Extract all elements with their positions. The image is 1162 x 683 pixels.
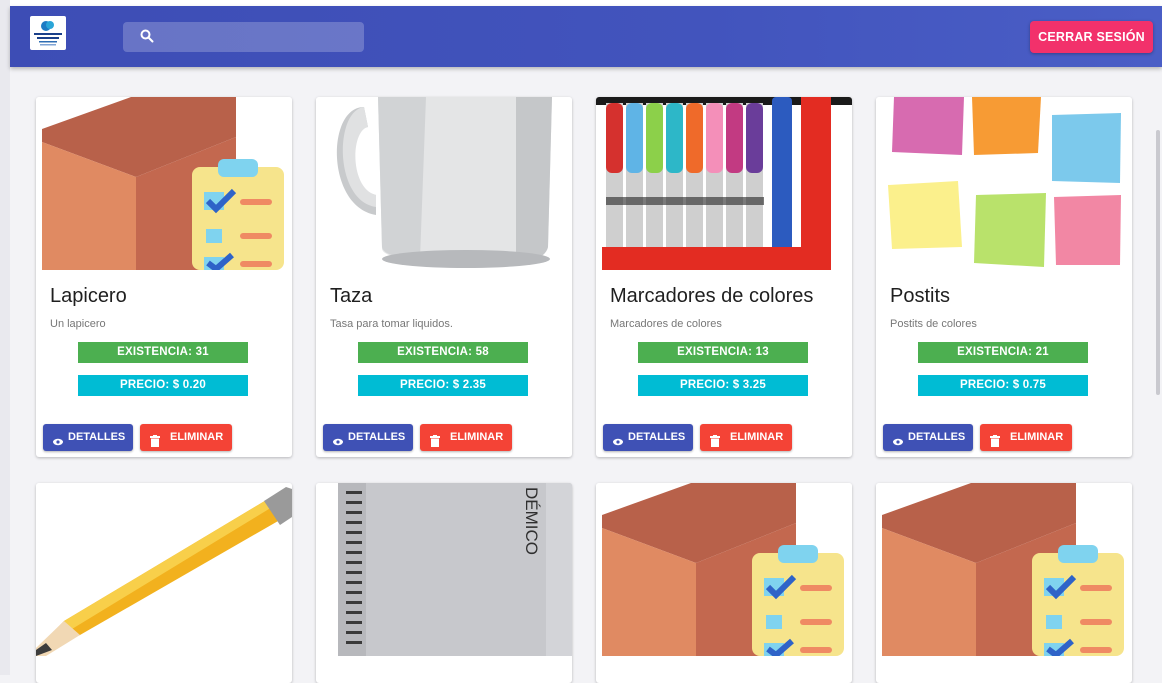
trash-icon bbox=[710, 431, 720, 457]
details-button[interactable]: DETALLES bbox=[323, 424, 413, 451]
product-image bbox=[876, 97, 1132, 270]
stock-chip: EXISTENCIA: 58 bbox=[358, 342, 528, 363]
product-description: Marcadores de colores bbox=[610, 318, 722, 330]
details-label: DETALLES bbox=[68, 431, 126, 443]
delete-label: ELIMINAR bbox=[730, 431, 784, 443]
product-image bbox=[36, 483, 292, 656]
product-card bbox=[36, 483, 292, 683]
window-left-edge bbox=[0, 0, 10, 675]
stock-chip: EXISTENCIA: 31 bbox=[78, 342, 248, 363]
product-description: Un lapicero bbox=[50, 318, 106, 330]
logout-button[interactable]: CERRAR SESIÓN bbox=[1030, 21, 1153, 53]
product-description: Tasa para tomar liquidos. bbox=[330, 318, 453, 330]
product-title: Postits bbox=[890, 285, 951, 307]
trash-icon bbox=[990, 431, 1000, 457]
product-title: Lapicero bbox=[50, 285, 127, 307]
details-label: DETALLES bbox=[628, 431, 686, 443]
search-icon bbox=[139, 28, 155, 44]
details-button[interactable]: DETALLES bbox=[603, 424, 693, 451]
details-button[interactable]: DETALLES bbox=[43, 424, 133, 451]
product-card: Postits Postits de colores EXISTENCIA: 21 P… bbox=[876, 97, 1132, 457]
product-description: Postits de colores bbox=[890, 318, 977, 330]
details-button[interactable]: DETALLES bbox=[883, 424, 973, 451]
details-label: DETALLES bbox=[908, 431, 966, 443]
app-bar: CERRAR SESIÓN bbox=[10, 6, 1162, 67]
product-image bbox=[596, 483, 852, 656]
search-box[interactable] bbox=[123, 22, 364, 54]
stock-chip: EXISTENCIA: 21 bbox=[918, 342, 1088, 363]
company-logo[interactable] bbox=[30, 16, 66, 50]
delete-button[interactable]: ELIMINAR bbox=[420, 424, 512, 451]
product-image: DÉMICO bbox=[316, 483, 572, 656]
details-label: DETALLES bbox=[348, 431, 406, 443]
eye-icon bbox=[53, 431, 63, 457]
delete-label: ELIMINAR bbox=[170, 431, 224, 443]
delete-button[interactable]: ELIMINAR bbox=[140, 424, 232, 451]
eye-icon bbox=[893, 431, 903, 457]
search-input[interactable] bbox=[163, 22, 362, 54]
scrollbar-thumb[interactable] bbox=[1156, 130, 1160, 395]
price-chip: PRECIO: $ 0.20 bbox=[78, 375, 248, 396]
notebook-brand-text: DÉMICO bbox=[522, 487, 541, 555]
product-card: Lapicero Un lapicero EXISTENCIA: 31 PRECIO:… bbox=[36, 97, 292, 457]
trash-icon bbox=[430, 431, 440, 457]
product-card: DÉMICO bbox=[316, 483, 572, 683]
stock-chip: EXISTENCIA: 13 bbox=[638, 342, 808, 363]
price-chip: PRECIO: $ 2.35 bbox=[358, 375, 528, 396]
product-image bbox=[876, 483, 1132, 656]
delete-button[interactable]: ELIMINAR bbox=[980, 424, 1072, 451]
eye-icon bbox=[613, 431, 623, 457]
price-chip: PRECIO: $ 0.75 bbox=[918, 375, 1088, 396]
product-image bbox=[316, 97, 572, 270]
price-chip: PRECIO: $ 3.25 bbox=[638, 375, 808, 396]
product-card bbox=[876, 483, 1132, 683]
product-image bbox=[596, 97, 852, 270]
delete-label: ELIMINAR bbox=[450, 431, 504, 443]
eye-icon bbox=[333, 431, 343, 457]
trash-icon bbox=[150, 431, 160, 457]
delete-label: ELIMINAR bbox=[1010, 431, 1064, 443]
product-card: Marcadores de colores Marcadores de color… bbox=[596, 97, 852, 457]
delete-button[interactable]: ELIMINAR bbox=[700, 424, 792, 451]
product-title: Taza bbox=[330, 285, 373, 307]
product-title: Marcadores de colores bbox=[610, 285, 814, 307]
product-card bbox=[596, 483, 852, 683]
product-card: Taza Tasa para tomar liquidos. EXISTENCIA:… bbox=[316, 97, 572, 457]
product-image bbox=[36, 97, 292, 270]
